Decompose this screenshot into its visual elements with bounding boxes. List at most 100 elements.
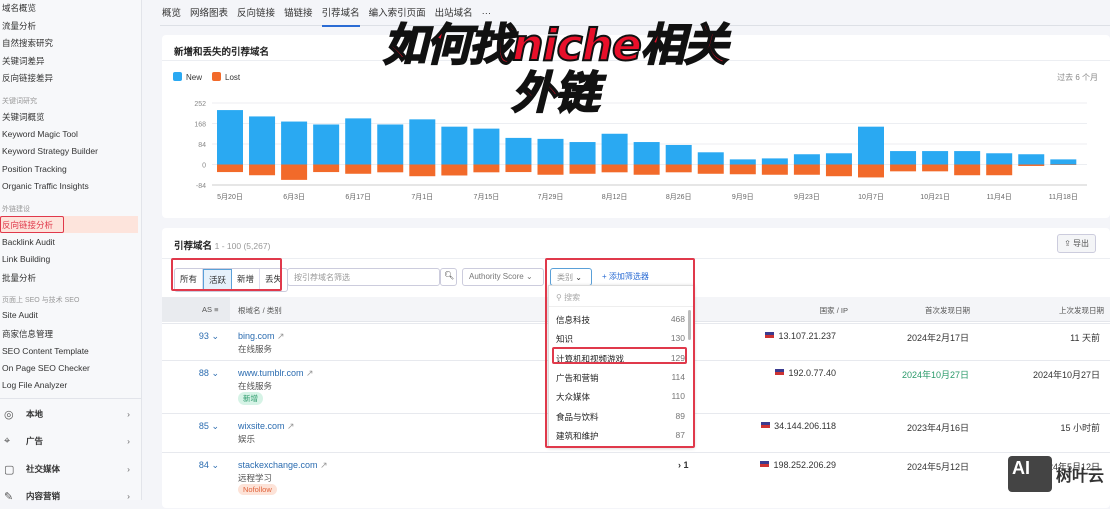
sidebar-item[interactable]: 自然搜索研究 xyxy=(2,37,53,49)
domain-link[interactable]: stackexchange.com ↗ xyxy=(238,460,328,471)
bar-new[interactable] xyxy=(730,159,756,164)
header-last-seen[interactable]: 上次发现日期 xyxy=(1059,305,1104,316)
bar-new[interactable] xyxy=(858,127,884,165)
sidebar-section-ads[interactable]: ⌖广告› xyxy=(0,428,142,454)
authority-score[interactable]: 88 ⌄ xyxy=(179,368,219,379)
header-first-seen[interactable]: 首次发现日期 xyxy=(925,305,970,316)
sidebar-section-local[interactable]: ◎本地› xyxy=(0,401,142,427)
bar-new[interactable] xyxy=(505,138,531,165)
authority-score-select[interactable]: Authority Score ⌄ xyxy=(462,268,544,286)
bar-new[interactable] xyxy=(473,129,499,165)
export-button[interactable]: ⇪ 导出 xyxy=(1057,234,1096,253)
bar-new[interactable] xyxy=(281,122,307,165)
bar-lost[interactable] xyxy=(858,165,884,178)
sidebar-item[interactable]: Keyword Strategy Builder xyxy=(2,146,98,156)
bar-new[interactable] xyxy=(409,119,435,164)
bar-lost[interactable] xyxy=(377,165,403,173)
bar-new[interactable] xyxy=(377,124,403,164)
bar-new[interactable] xyxy=(666,145,692,165)
bar-lost[interactable] xyxy=(602,165,628,173)
tab-anchors[interactable]: 锚链接 xyxy=(284,0,313,26)
domain-filter-input[interactable]: 按引荐域名筛选 xyxy=(287,268,440,286)
sidebar-item[interactable]: Site Audit xyxy=(2,310,38,320)
sidebar-item[interactable]: 流量分析 xyxy=(2,20,36,32)
bar-lost[interactable] xyxy=(281,165,307,180)
bar-lost[interactable] xyxy=(922,165,948,172)
sidebar-item[interactable]: 关键词差异 xyxy=(2,55,45,67)
bar-new[interactable] xyxy=(570,142,596,164)
sidebar-item[interactable]: 反向链接差异 xyxy=(2,72,53,84)
sidebar-item[interactable]: SEO Content Template xyxy=(2,346,89,356)
bar-lost[interactable] xyxy=(666,165,692,173)
sidebar-item[interactable]: 关键词概览 xyxy=(2,111,45,123)
header-as[interactable]: AS ≡ xyxy=(202,305,219,314)
tab-backlinks[interactable]: 反向链接 xyxy=(237,0,275,26)
bar-new[interactable] xyxy=(345,118,371,164)
bar-new[interactable] xyxy=(1050,159,1076,164)
bar-lost[interactable] xyxy=(217,165,243,173)
bar-lost[interactable] xyxy=(762,165,788,175)
bar-new[interactable] xyxy=(538,139,564,165)
bar-new[interactable] xyxy=(986,153,1012,164)
sidebar-item-backlink-analysis[interactable]: 反向链接分析 xyxy=(2,219,53,231)
sidebar-item[interactable]: Link Building xyxy=(2,254,50,264)
bar-new[interactable] xyxy=(890,151,916,164)
bar-new[interactable] xyxy=(634,142,660,164)
bar-lost[interactable] xyxy=(313,165,339,173)
bar-lost[interactable] xyxy=(441,165,467,176)
domain-link[interactable]: bing.com ↗ xyxy=(238,331,285,342)
sidebar-item[interactable]: Backlink Audit xyxy=(2,237,55,247)
sidebar-item[interactable]: 批量分析 xyxy=(2,272,36,284)
bar-lost[interactable] xyxy=(570,165,596,174)
sidebar-item[interactable]: On Page SEO Checker xyxy=(2,363,90,373)
bar-lost[interactable] xyxy=(345,165,371,174)
sidebar-section-social[interactable]: ▢社交媒体› xyxy=(0,456,142,482)
bar-lost[interactable] xyxy=(505,165,531,173)
legend-lost[interactable]: Lost xyxy=(212,72,240,82)
period-label[interactable]: 过去 6 个月 xyxy=(1057,72,1098,83)
bar-lost[interactable] xyxy=(698,165,724,174)
bar-new[interactable] xyxy=(249,116,275,164)
authority-score[interactable]: 85 ⌄ xyxy=(179,421,219,432)
domain-link[interactable]: www.tumblr.com ↗ xyxy=(238,368,314,379)
bar-lost[interactable] xyxy=(538,165,564,175)
sidebar-item[interactable]: 域名概览 xyxy=(2,2,36,14)
sidebar-item[interactable]: Keyword Magic Tool xyxy=(2,129,78,139)
sidebar-item[interactable]: Organic Traffic Insights xyxy=(2,181,89,191)
bar-new[interactable] xyxy=(698,152,724,164)
bar-lost[interactable] xyxy=(954,165,980,176)
header-domain[interactable]: 根域名 / 类别 xyxy=(238,305,282,316)
bar-new[interactable] xyxy=(762,158,788,164)
bar-lost[interactable] xyxy=(634,165,660,175)
sidebar-section-content[interactable]: ✎内容营销› xyxy=(0,483,142,509)
sidebar-item[interactable]: Log File Analyzer xyxy=(2,380,67,390)
authority-score[interactable]: 93 ⌄ xyxy=(179,331,219,342)
bar-lost[interactable] xyxy=(1018,165,1044,166)
bar-new[interactable] xyxy=(1018,154,1044,164)
sidebar-item[interactable]: 商家信息管理 xyxy=(2,328,53,340)
bar-new[interactable] xyxy=(922,151,948,164)
bar-lost[interactable] xyxy=(409,165,435,177)
tab-overview[interactable]: 概览 xyxy=(162,0,181,26)
bar-lost[interactable] xyxy=(249,165,275,176)
bar-new[interactable] xyxy=(441,127,467,165)
bar-new[interactable] xyxy=(826,153,852,164)
bar-lost[interactable] xyxy=(986,165,1012,176)
bar-lost[interactable] xyxy=(826,165,852,177)
bar-lost[interactable] xyxy=(473,165,499,173)
tab-network[interactable]: 网络图表 xyxy=(190,0,228,26)
authority-score[interactable]: 84 ⌄ xyxy=(179,460,219,471)
bar-new[interactable] xyxy=(602,134,628,165)
search-button[interactable]: 🔍︎ xyxy=(440,268,457,286)
bar-new[interactable] xyxy=(313,124,339,164)
bar-lost[interactable] xyxy=(730,165,756,175)
bar-new[interactable] xyxy=(217,110,243,164)
domain-link[interactable]: wixsite.com ↗ xyxy=(238,421,295,432)
sidebar-item[interactable]: Position Tracking xyxy=(2,164,67,174)
header-country-ip[interactable]: 国家 / IP xyxy=(820,305,848,316)
bar-new[interactable] xyxy=(794,154,820,164)
legend-new[interactable]: New xyxy=(173,72,202,82)
backlinks-count[interactable]: › 1 xyxy=(678,460,689,470)
bar-lost[interactable] xyxy=(794,165,820,175)
bar-new[interactable] xyxy=(954,151,980,164)
